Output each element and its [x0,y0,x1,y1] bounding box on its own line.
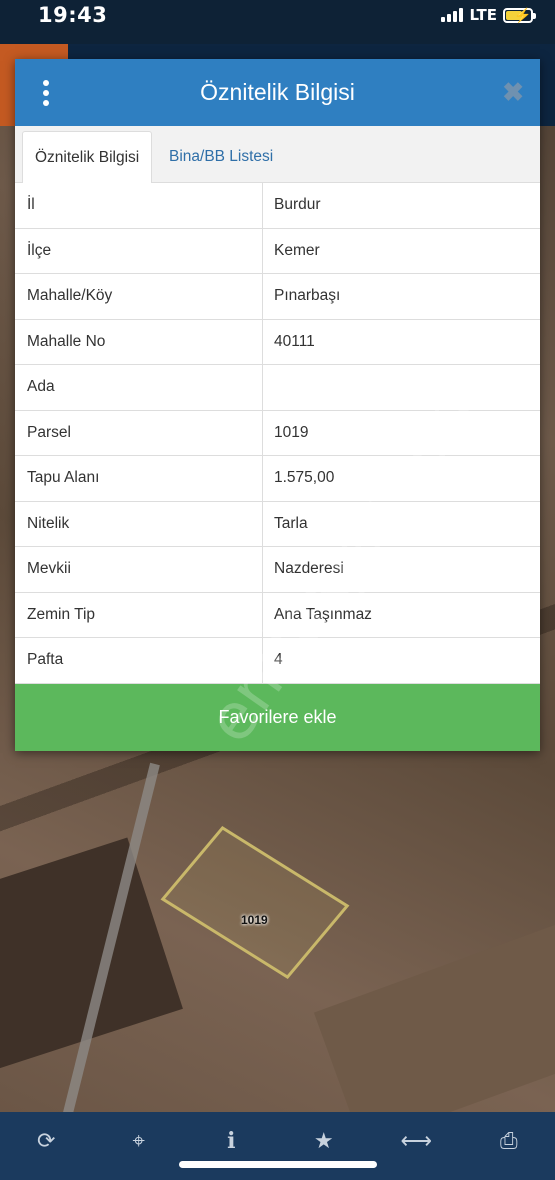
signal-icon [441,8,464,22]
bottom-toolbar: ⟳ ⌖ i ★ ⟷ ⎙ [0,1112,555,1180]
battery-icon: ⚡ [503,7,536,23]
home-indicator[interactable] [179,1161,377,1168]
table-row: İl Burdur [15,183,540,229]
map-field [313,923,555,1112]
row-key: Parsel [15,410,263,455]
row-key: Mahalle No [15,319,263,364]
row-value: Burdur [274,196,321,214]
table-row: Tapu Alanı 1.575,00 [15,456,540,502]
tab-building-list[interactable]: Bina/BB Listesi [157,131,285,183]
tab-bar: Öznitelik Bilgisi Bina/BB Listesi [15,126,540,183]
table-row: Mahalle No 40111 [15,319,540,365]
dialog-title: Öznitelik Bilgisi [200,79,355,105]
close-icon[interactable]: ✖ [502,77,524,108]
refresh-icon[interactable]: ⟳ [26,1126,66,1156]
table-row: Mevkii Nazderesi [15,547,540,593]
table-row: İlçe Kemer [15,228,540,274]
row-key: Mahalle/Köy [15,274,263,319]
row-value: Pınarbaşı [274,287,341,305]
status-indicators: LTE ⚡ [441,6,536,24]
tab-attributes[interactable]: Öznitelik Bilgisi [22,131,153,183]
row-value: Kemer [274,241,320,259]
parcel-label: 1019 [241,913,268,927]
table-row: Nitelik Tarla [15,501,540,547]
row-key: Tapu Alanı [15,456,263,501]
locate-icon[interactable]: ⌖ [119,1126,159,1156]
row-key: Ada [15,365,263,410]
row-key: Mevkii [15,547,263,592]
star-icon[interactable]: ★ [304,1126,344,1156]
row-key: İlçe [15,228,263,273]
print-icon[interactable]: ⎙ [489,1126,529,1156]
dialog-header: Öznitelik Bilgisi ✖ [15,59,540,126]
table-row: Mahalle/Köy Pınarbaşı [15,274,540,320]
row-key: Zemin Tip [15,592,263,637]
more-vertical-icon[interactable] [41,80,51,106]
row-key: Nitelik [15,501,263,546]
measure-icon[interactable]: ⟷ [396,1126,436,1156]
row-value: 40111 [274,332,315,350]
status-bar: 19:43 LTE ⚡ [0,0,555,44]
network-label: LTE [469,6,497,24]
status-time: 19:43 [38,3,108,27]
info-icon[interactable]: i [211,1126,251,1156]
row-key: İl [15,183,263,228]
